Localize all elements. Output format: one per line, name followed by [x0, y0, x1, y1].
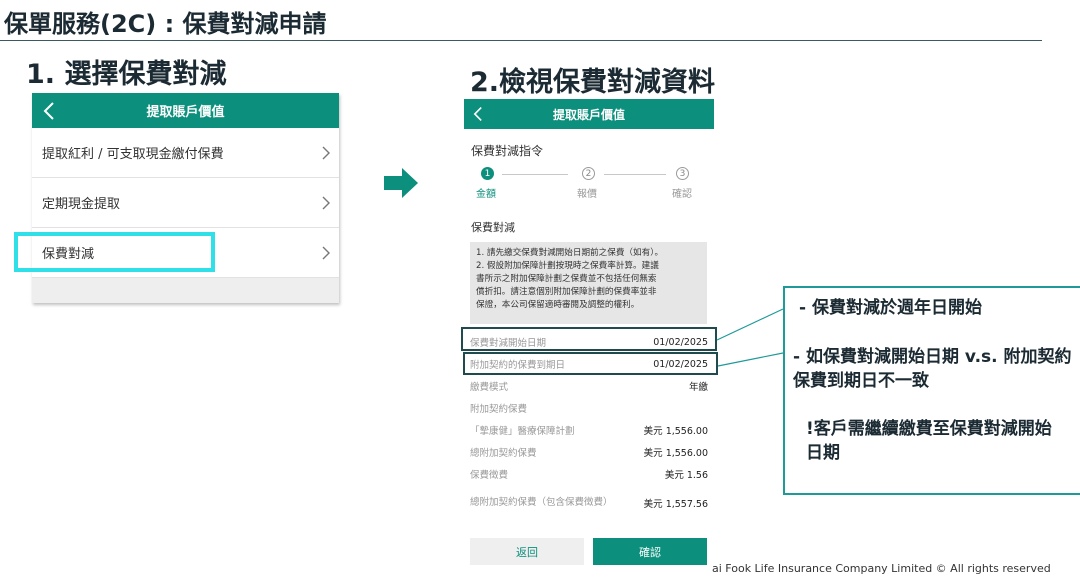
info-value: 美元 1,556.00: [643, 448, 708, 459]
step-3-circle: 3: [676, 167, 689, 180]
offset-subtitle: 保費對減: [471, 221, 515, 234]
notice-line: 保證，本公司保留適時審閱及調整的權利。: [476, 300, 640, 310]
offset-start-date-highlight-box: [461, 327, 717, 351]
page-title: 保單服務(2C) : 保費對減申請: [4, 10, 327, 38]
menu-item-label: 提取紅利 / 可支取現金繳付保費: [42, 147, 224, 162]
info-label: 保費徵費: [470, 470, 509, 481]
callout-line-1: - 保費對減於週年日開始: [799, 298, 982, 318]
callout-line-3: !客戶需繼續繳費至保費對減開始日期: [806, 419, 1052, 463]
chevron-right-icon: [322, 146, 330, 159]
info-value: 美元 1,557.56: [643, 499, 708, 510]
menu-item-regular-cash[interactable]: 定期現金提取: [32, 178, 339, 228]
back-chevron-icon[interactable]: [42, 101, 56, 121]
step-connector: [502, 174, 568, 175]
info-row-medical-plan: 「摯康健」醫療保障計劃 美元 1,556.00: [470, 421, 708, 439]
notice-box: 1. 請先繳交保費對減開始日期前之保費（如有）。 2. 假設附加保障計劃按現時之…: [470, 242, 707, 324]
info-label: 總附加契約保費（包含保費徵費）: [470, 497, 613, 508]
info-row-total-rider-premium: 總附加契約保費 美元 1,556.00: [470, 443, 708, 461]
offset-instruction-title: 保費對減指令: [471, 144, 544, 158]
premium-offset-highlight-box: [14, 232, 215, 272]
step-1-circle: 1: [481, 167, 494, 180]
phone2-header-title: 提取賬戶價值: [552, 107, 625, 122]
notice-line: 書所示之附加保障計劃之保費並不包括任何無索: [476, 274, 657, 284]
notice-line: 償折扣。請注意個別附加保障計劃的保費率並非: [476, 287, 657, 297]
back-chevron-icon[interactable]: [472, 106, 484, 122]
title-rule: [0, 40, 1042, 41]
confirm-button[interactable]: 確認: [593, 538, 707, 565]
chevron-right-icon: [322, 196, 330, 209]
copyright-footer: ai Fook Life Insurance Company Limited ©…: [712, 562, 1051, 575]
info-value: 美元 1.56: [664, 470, 708, 481]
rider-due-date-highlight-box: [463, 352, 718, 375]
notice-line: 2. 假設附加保障計劃按現時之保費率計算。建議: [476, 261, 659, 271]
info-row-payment-mode: 繳費模式 年繳: [470, 377, 708, 395]
notice-line: 1. 請先繳交保費對減開始日期前之保費（如有）。: [476, 248, 664, 258]
step-2-circle: 2: [582, 167, 595, 180]
menu-item-dividend-withdraw[interactable]: 提取紅利 / 可支取現金繳付保費: [32, 128, 339, 178]
menu-item-label: 定期現金提取: [42, 197, 121, 212]
phone1-header-title: 提取賬戶價值: [146, 105, 225, 120]
info-row-rider-premium: 附加契約保費: [470, 399, 708, 417]
step-1-label: 金額: [476, 189, 496, 200]
callout-line-2: - 如保費對減開始日期 v.s. 附加契約保費到期日不一致: [793, 347, 1072, 391]
info-row-total-including-levy: 總附加契約保費（包含保費徵費） 美元 1,557.56: [470, 492, 708, 514]
step-3-label: 確認: [672, 189, 692, 200]
info-value: 年繳: [688, 382, 708, 393]
step1-heading: 1. 選擇保費對減: [26, 59, 227, 90]
info-value: 美元 1,556.00: [643, 426, 708, 437]
info-label: 總附加契約保費: [470, 448, 537, 459]
phone2-header: 提取賬戶價值: [464, 99, 714, 129]
phone1-header: 提取賬戶價值: [32, 93, 339, 128]
info-label: 繳費模式: [470, 382, 509, 393]
info-label: 附加契約保費: [470, 404, 528, 415]
step-2-label: 報價: [577, 189, 597, 200]
arrow-right-icon: [384, 168, 418, 198]
step-connector: [604, 174, 666, 175]
back-button[interactable]: 返回: [470, 538, 584, 565]
info-label: 「摯康健」醫療保障計劃: [470, 426, 575, 437]
step2-heading: 2.檢視保費對減資料: [470, 67, 716, 98]
phone1-footer: [32, 278, 339, 303]
info-row-premium-levy: 保費徵費 美元 1.56: [470, 465, 708, 483]
progress-stepper: 1 2 3 金額 報價 確認: [464, 167, 714, 203]
chevron-right-icon: [322, 246, 330, 259]
